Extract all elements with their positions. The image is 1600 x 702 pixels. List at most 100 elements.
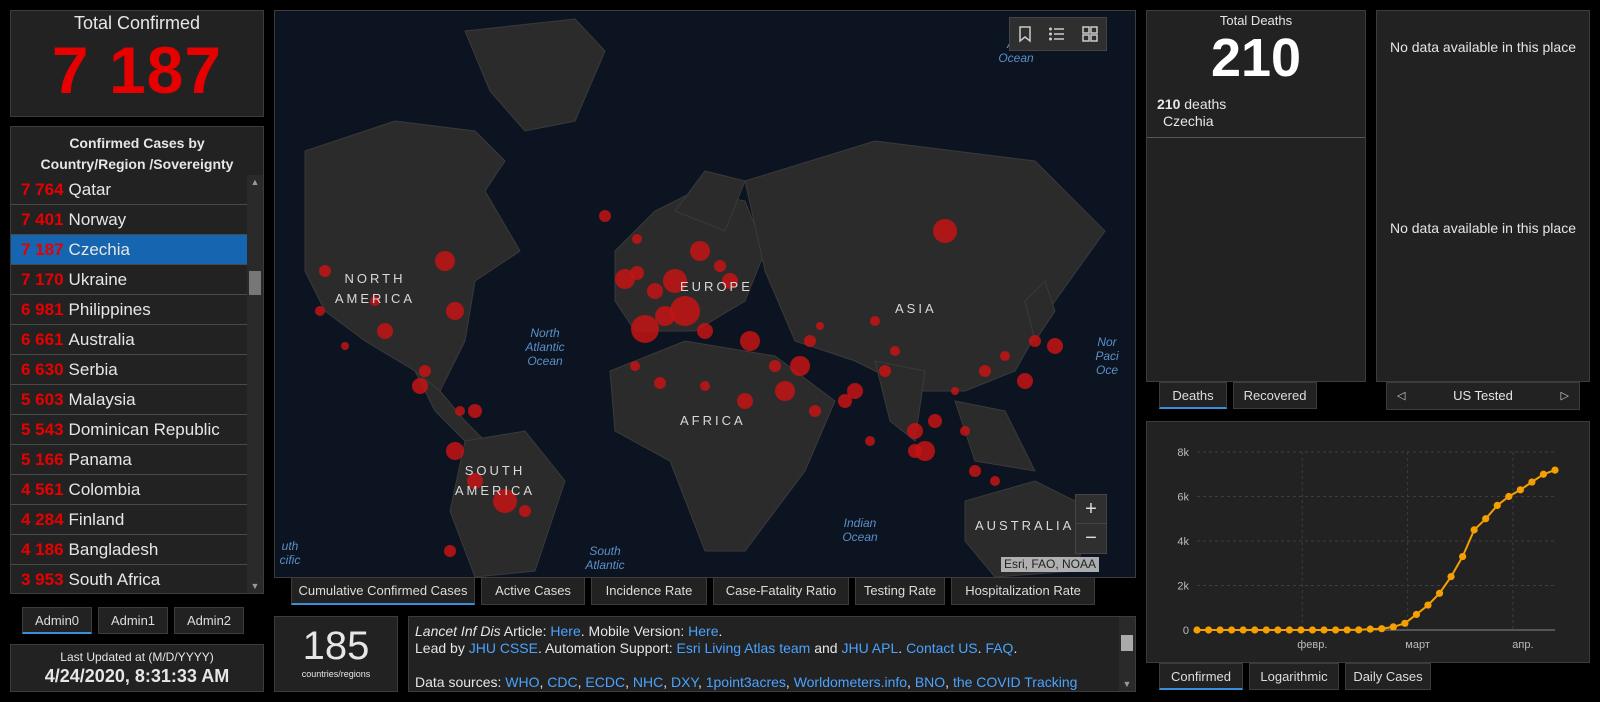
case-bubble[interactable] xyxy=(631,315,659,343)
zoom-in-button[interactable]: + xyxy=(1076,495,1106,524)
country-row[interactable]: 7 187 Czechia xyxy=(11,235,247,265)
confirmed-chart[interactable]: 0 2k 4k 6k 8k февр. март апр. xyxy=(1147,422,1589,662)
case-bubble[interactable] xyxy=(630,266,644,280)
case-bubble[interactable] xyxy=(933,219,957,243)
case-bubble[interactable] xyxy=(870,316,880,326)
case-bubble[interactable] xyxy=(519,505,531,517)
case-bubble[interactable] xyxy=(1017,373,1033,389)
country-row[interactable]: 4 561 Colombia xyxy=(11,475,247,505)
source-link[interactable]: NHC xyxy=(633,674,663,690)
country-row[interactable]: 5 166 Panama xyxy=(11,445,247,475)
map-panel[interactable]: NORTH AMERICA EUROPE ASIA AFRICA SOUTH A… xyxy=(274,10,1136,578)
deaths-tab-0[interactable]: Deaths xyxy=(1159,382,1227,409)
contact-link[interactable]: Contact US xyxy=(906,640,978,656)
map-tab-2[interactable]: Incidence Rate xyxy=(591,577,707,605)
case-bubble[interactable] xyxy=(377,323,393,339)
prev-arrow-icon[interactable]: ◁ xyxy=(1397,383,1405,409)
country-row[interactable]: 6 981 Philippines xyxy=(11,295,247,325)
jhu-apl-link[interactable]: JHU APL xyxy=(841,640,898,656)
case-bubble[interactable] xyxy=(690,241,710,261)
scroll-down-icon[interactable]: ▼ xyxy=(247,579,263,593)
case-bubble[interactable] xyxy=(809,405,821,417)
admin-tab-0[interactable]: Admin0 xyxy=(22,607,92,634)
case-bubble[interactable] xyxy=(444,545,456,557)
case-bubble[interactable] xyxy=(951,387,959,395)
case-bubble[interactable] xyxy=(435,251,455,271)
case-bubble[interactable] xyxy=(419,365,431,377)
case-bubble[interactable] xyxy=(990,476,1000,486)
map-tab-1[interactable]: Active Cases xyxy=(481,577,585,605)
jhu-csse-link[interactable]: JHU CSSE xyxy=(469,640,538,656)
chart-tab-0[interactable]: Confirmed xyxy=(1159,663,1243,690)
info-scrollbar[interactable]: ▼ xyxy=(1119,617,1135,691)
case-bubble[interactable] xyxy=(908,444,922,458)
case-bubble[interactable] xyxy=(632,234,642,244)
case-bubble[interactable] xyxy=(879,365,891,377)
case-bubble[interactable] xyxy=(1029,335,1041,347)
basemap-gallery-icon[interactable] xyxy=(1081,25,1099,43)
faq-link[interactable]: FAQ xyxy=(985,640,1013,656)
country-row[interactable]: 4 284 Finland xyxy=(11,505,247,535)
case-bubble[interactable] xyxy=(769,360,781,372)
mobile-link[interactable]: Here xyxy=(688,623,718,639)
admin-tab-1[interactable]: Admin1 xyxy=(98,607,168,634)
chart-tab-1[interactable]: Logarithmic xyxy=(1249,663,1339,690)
case-bubble[interactable] xyxy=(960,426,970,436)
source-link[interactable]: WHO xyxy=(505,674,539,690)
country-row[interactable]: 5 543 Dominican Republic xyxy=(11,415,247,445)
case-bubble[interactable] xyxy=(790,356,810,376)
bookmark-icon[interactable] xyxy=(1017,25,1033,43)
case-bubble[interactable] xyxy=(838,394,852,408)
case-bubble[interactable] xyxy=(630,361,640,371)
admin-tab-2[interactable]: Admin2 xyxy=(174,607,244,634)
source-link[interactable]: Worldometers.info xyxy=(794,674,907,690)
case-bubble[interactable] xyxy=(700,381,710,391)
case-bubble[interactable] xyxy=(341,342,349,350)
country-row[interactable]: 4 186 Bangladesh xyxy=(11,535,247,565)
case-bubble[interactable] xyxy=(890,346,900,356)
country-row[interactable]: 7 401 Norway xyxy=(11,205,247,235)
country-list[interactable]: 7 764 Qatar 7 401 Norway 7 187 Czechia 7 170 Uk… xyxy=(11,175,247,593)
case-bubble[interactable] xyxy=(775,381,795,401)
country-row[interactable]: 6 661 Australia xyxy=(11,325,247,355)
case-bubble[interactable] xyxy=(865,436,875,446)
source-link[interactable]: BNO xyxy=(915,674,945,690)
case-bubble[interactable] xyxy=(714,260,726,272)
map-tab-4[interactable]: Testing Rate xyxy=(855,577,945,605)
case-bubble[interactable] xyxy=(979,365,991,377)
case-bubble[interactable] xyxy=(655,306,675,326)
case-bubble[interactable] xyxy=(816,322,824,330)
case-bubble[interactable] xyxy=(697,323,713,339)
esri-link[interactable]: Esri Living Atlas team xyxy=(676,640,810,656)
country-row[interactable]: 6 630 Serbia xyxy=(11,355,247,385)
source-link[interactable]: 1point3acres xyxy=(706,674,786,690)
case-bubble[interactable] xyxy=(737,393,753,409)
map-tab-0[interactable]: Cumulative Confirmed Cases xyxy=(291,577,475,605)
legend-list-icon[interactable] xyxy=(1048,25,1066,43)
case-bubble[interactable] xyxy=(315,306,325,316)
source-link[interactable]: ECDC xyxy=(585,674,625,690)
case-bubble[interactable] xyxy=(455,406,465,416)
deaths-tab-1[interactable]: Recovered xyxy=(1233,382,1317,409)
case-bubble[interactable] xyxy=(647,283,663,299)
case-bubble[interactable] xyxy=(412,378,428,394)
case-bubble[interactable] xyxy=(1047,338,1063,354)
case-bubble[interactable] xyxy=(928,414,942,428)
case-bubble[interactable] xyxy=(446,442,464,460)
zoom-out-button[interactable]: − xyxy=(1076,524,1106,552)
info-scroll-down-icon[interactable]: ▼ xyxy=(1119,677,1135,691)
case-bubble[interactable] xyxy=(654,377,666,389)
case-bubble[interactable] xyxy=(1000,351,1010,361)
chart-tab-2[interactable]: Daily Cases xyxy=(1345,663,1431,690)
case-bubble[interactable] xyxy=(670,296,700,326)
case-bubble[interactable] xyxy=(969,465,981,477)
info-scrollbar-thumb[interactable] xyxy=(1121,635,1133,651)
source-link[interactable]: the COVID Tracking xyxy=(953,674,1078,690)
map-tab-5[interactable]: Hospitalization Rate xyxy=(951,577,1095,605)
case-bubble[interactable] xyxy=(599,210,611,222)
case-bubble[interactable] xyxy=(446,302,464,320)
country-row[interactable]: 7 170 Ukraine xyxy=(11,265,247,295)
scrollbar-thumb[interactable] xyxy=(249,271,261,295)
case-bubble[interactable] xyxy=(740,331,760,351)
case-bubble[interactable] xyxy=(804,335,816,347)
